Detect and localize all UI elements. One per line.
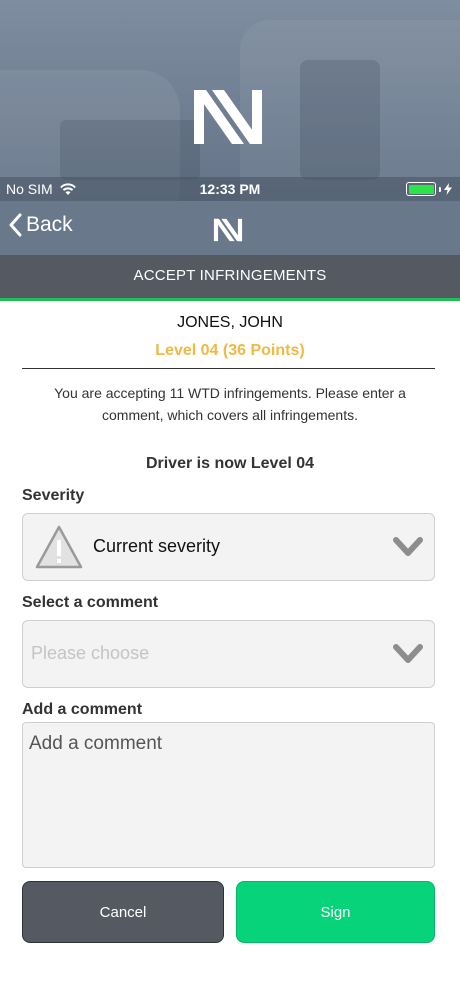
severity-value: Current severity: [93, 536, 221, 556]
select-comment-label: Select a comment: [22, 594, 159, 611]
back-label: Back: [26, 213, 73, 236]
navigation-bar: Back: [0, 201, 460, 255]
battery-icon: [406, 182, 436, 196]
chevron-down-icon: [393, 644, 423, 663]
back-button[interactable]: Back: [8, 213, 73, 237]
battery-indicator: [406, 182, 452, 196]
divider: [22, 368, 435, 369]
background-shape: [60, 120, 200, 180]
warning-icon: [35, 525, 83, 569]
driver-name: JONES, JOHN: [177, 314, 283, 331]
brand-logo-icon: [213, 218, 243, 242]
info-message: You are accepting 11 WTD infringements. …: [54, 385, 406, 423]
charging-bolt-icon: [444, 183, 452, 195]
brand-logo-icon: [194, 90, 262, 144]
severity-label: Severity: [22, 487, 85, 504]
new-level-text: Driver is now Level 04: [145, 455, 315, 472]
chevron-down-icon: [393, 537, 423, 556]
severity-dropdown[interactable]: Current severity: [22, 513, 435, 581]
status-bar: No SIM 12:33 PM: [0, 177, 460, 201]
comment-input[interactable]: [22, 722, 435, 868]
clock: 12:33 PM: [199, 181, 261, 197]
sign-button[interactable]: Sign: [236, 881, 435, 943]
page-title: ACCEPT INFRINGEMENTS: [0, 255, 460, 301]
comment-dropdown-placeholder: Please choose: [31, 643, 150, 663]
cancel-button[interactable]: Cancel: [22, 881, 224, 943]
chevron-left-icon: [9, 213, 22, 237]
comment-dropdown[interactable]: Please choose: [22, 620, 435, 688]
background-shape: [300, 60, 380, 180]
add-comment-label: Add a comment: [22, 701, 143, 718]
driver-level: Level 04 (36 Points): [155, 342, 305, 359]
